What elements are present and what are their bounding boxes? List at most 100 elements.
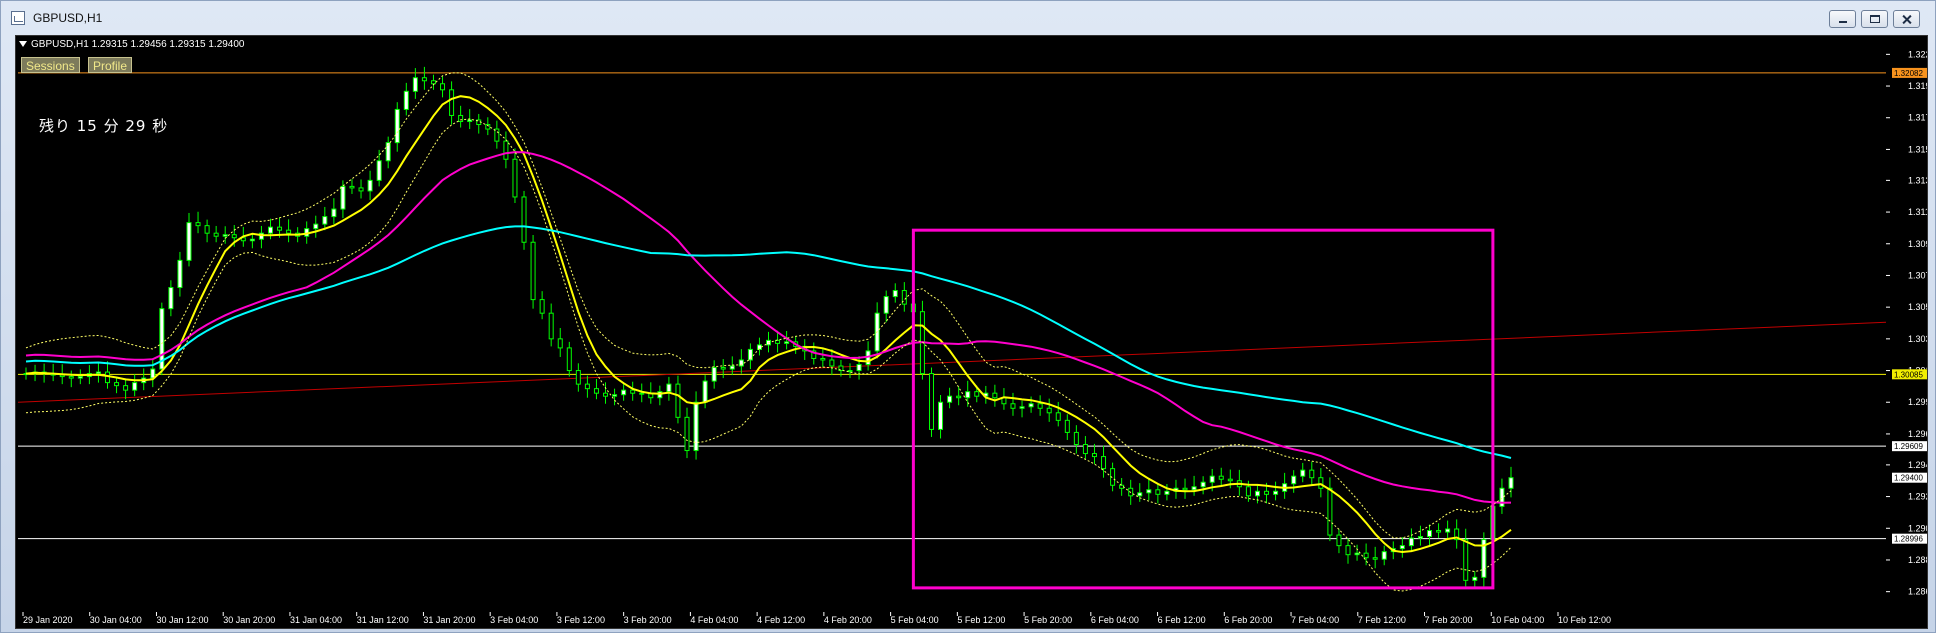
candle-body (503, 140, 509, 160)
price-label-text: 1.29609 (1894, 442, 1923, 451)
candle-body (1146, 489, 1152, 494)
candle-body (177, 259, 183, 289)
x-tick-label: 5 Feb 20:00 (1024, 615, 1072, 625)
candle-body (394, 108, 400, 144)
candle-body (947, 395, 953, 403)
candle-body (521, 196, 527, 243)
candle-body (829, 359, 835, 367)
candle-body (168, 287, 174, 310)
candle-body (1472, 576, 1478, 581)
x-tick-label: 4 Feb 20:00 (824, 615, 872, 625)
candle-body (784, 341, 790, 344)
candle-body (249, 238, 255, 242)
candle-body (1200, 481, 1206, 488)
candle-body (1164, 490, 1170, 495)
candle-body (974, 391, 980, 397)
price-label-text: 1.30085 (1894, 370, 1923, 379)
candle-body (1010, 403, 1016, 409)
candle-body (1336, 534, 1342, 547)
sessions-button[interactable]: Sessions (21, 57, 80, 73)
minimize-button[interactable] (1829, 10, 1856, 28)
candle-body (566, 347, 572, 372)
x-tick-label: 31 Jan 20:00 (423, 615, 475, 625)
candle-body (702, 380, 708, 403)
x-tick-label: 30 Jan 04:00 (90, 615, 142, 625)
candle-body (123, 385, 129, 391)
candle-body (421, 77, 427, 82)
candle-body (612, 394, 618, 397)
candle-body (1019, 406, 1025, 409)
candle-body (666, 383, 672, 393)
candle-body (331, 208, 337, 218)
x-tick-label: 3 Feb 20:00 (624, 615, 672, 625)
y-tick-label: 1.28645 (1908, 587, 1928, 597)
candle-body (1028, 403, 1034, 408)
candle-body (675, 383, 681, 418)
x-tick-label: 5 Feb 12:00 (957, 615, 1005, 625)
candle-body (630, 389, 636, 394)
candle-body (349, 185, 355, 189)
candle-body (449, 89, 455, 116)
price-label-text: 1.32082 (1894, 69, 1923, 78)
candle-body (548, 312, 554, 340)
window-titlebar[interactable]: GBPUSD,H1 (1, 1, 1936, 35)
candle-body (1372, 557, 1378, 560)
x-tick-label: 4 Feb 12:00 (757, 615, 805, 625)
candle-body (440, 83, 446, 91)
candle-body (1218, 475, 1224, 480)
candle-body (1264, 490, 1270, 495)
y-tick-label: 1.30950 (1908, 239, 1928, 249)
candle-body (95, 371, 101, 375)
y-tick-label: 1.30320 (1908, 334, 1928, 344)
candle-body (693, 401, 699, 452)
candle-body (1345, 545, 1351, 556)
x-tick-label: 7 Feb 20:00 (1425, 615, 1473, 625)
y-tick-label: 1.29900 (1908, 397, 1928, 407)
x-tick-label: 4 Feb 04:00 (690, 615, 738, 625)
candle-body (104, 371, 110, 384)
candle-body (231, 234, 237, 239)
candle-body (557, 338, 563, 349)
candle-body (575, 370, 581, 385)
y-tick-label: 1.31995 (1908, 81, 1928, 91)
chart-canvas[interactable]: 1.32205 1.31995 1.31785 1.31575 1.31370 1.311… (15, 35, 1928, 629)
x-tick-label: 10 Feb 12:00 (1558, 615, 1611, 625)
candle-body (1064, 419, 1070, 433)
candle-body (729, 365, 735, 370)
candle-body (1155, 489, 1161, 495)
candle-body (530, 241, 536, 301)
candle-body (358, 187, 364, 192)
y-tick-label: 1.31160 (1908, 207, 1928, 217)
candle-body (720, 367, 726, 370)
candle-body (322, 216, 328, 225)
candle-body (938, 401, 944, 430)
price-chart[interactable]: 1.32205 1.31995 1.31785 1.31575 1.31370 1.311… (16, 36, 1928, 629)
candle-body (1101, 456, 1107, 470)
x-tick-label: 7 Feb 04:00 (1291, 615, 1339, 625)
candle-body (539, 299, 545, 314)
candle-body (928, 373, 934, 430)
candle-body (1037, 403, 1043, 409)
x-tick-label: 29 Jan 2020 (23, 615, 73, 625)
candle-body (277, 226, 283, 231)
candle-body (965, 391, 971, 399)
chevron-down-icon (19, 41, 27, 48)
candle-body (593, 388, 599, 394)
candle-body (367, 179, 373, 192)
candle-body (204, 225, 210, 234)
price-label-text: 1.29400 (1894, 474, 1923, 483)
candle-body (1073, 431, 1079, 446)
candle-body (467, 119, 473, 123)
candle-body (340, 185, 346, 210)
candle-body (59, 374, 65, 378)
candle-body (213, 232, 219, 237)
candle-body (1291, 475, 1297, 485)
remaining-time-label: 残り 15 分 29 秒 (39, 117, 169, 135)
x-tick-label: 6 Feb 04:00 (1091, 615, 1139, 625)
close-button[interactable] (1893, 10, 1920, 28)
profile-button[interactable]: Profile (88, 57, 133, 73)
y-tick-label: 1.29485 (1908, 460, 1928, 470)
maximize-button[interactable] (1861, 10, 1888, 28)
candle-body (114, 382, 120, 387)
candle-body (1354, 552, 1360, 556)
